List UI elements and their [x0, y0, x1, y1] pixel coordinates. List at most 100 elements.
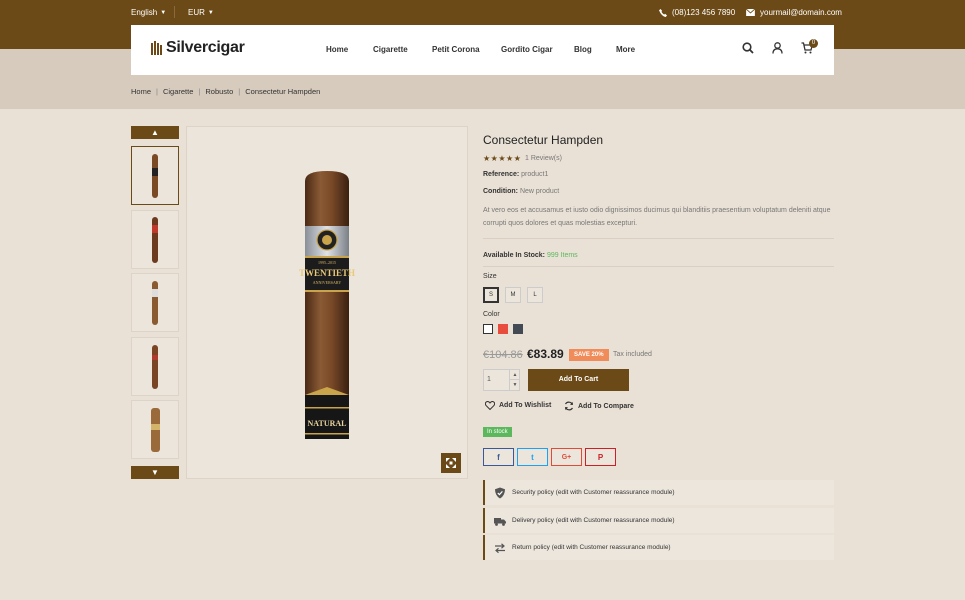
tax-note: Tax included	[613, 351, 652, 358]
stock-value: 999 Items	[546, 252, 578, 259]
breadcrumb-robusto[interactable]: Robusto	[205, 87, 233, 96]
color-label: Color	[483, 311, 500, 318]
breadcrumb-current: Consectetur Hampden	[245, 87, 321, 96]
breadcrumb-divider: |	[156, 87, 158, 96]
stock-availability: Available In Stock: 999 Items	[483, 252, 578, 259]
language-label: English	[131, 8, 158, 17]
thumbnail-scroll-up-button[interactable]: ▲	[131, 126, 179, 139]
discount-badge: SAVE 20%	[569, 349, 609, 361]
nav-item-more[interactable]: More	[616, 45, 635, 54]
logo-text: Silvercigar	[166, 39, 245, 56]
reference-label: Reference:	[483, 171, 520, 178]
nav-item-home[interactable]: Home	[326, 45, 348, 54]
reassurance-security: Security policy (edit with Customer reas…	[483, 480, 834, 505]
cigar-image: 1995–2015 TWENTIETH ANNIVERSARY NATURAL	[299, 171, 355, 439]
product-reference: Reference: product1	[483, 171, 548, 178]
nav-item-blog[interactable]: Blog	[574, 45, 592, 54]
phone-icon	[659, 8, 667, 17]
share-pinterest-button[interactable]: P	[585, 448, 616, 466]
condition-label: Condition:	[483, 188, 518, 195]
share-twitter-button[interactable]: t	[517, 448, 548, 466]
cigar-band-year: 1995–2015	[318, 260, 336, 265]
google-plus-icon: G+	[561, 453, 572, 461]
phone-contact[interactable]: (08)123 456 7890	[659, 8, 735, 17]
return-policy-text: Return policy (edit with Customer reassu…	[512, 544, 671, 551]
add-to-wishlist-link[interactable]: Add To Wishlist	[485, 401, 551, 410]
thumbnail-3[interactable]	[131, 273, 179, 332]
product-title: Consectetur Hampden	[483, 133, 604, 147]
cigar-band-sub: ANNIVERSARY	[313, 280, 342, 285]
twitter-icon: t	[531, 452, 534, 462]
logo-mark-icon	[151, 41, 163, 55]
main-header: Silvercigar Home Cigarette Petit Corona …	[131, 25, 834, 75]
thumbnail-1[interactable]	[131, 146, 179, 205]
color-swatch-dark-gray[interactable]	[513, 324, 523, 334]
cigar-thumbnail-icon	[152, 216, 158, 263]
email-contact[interactable]: yourmail@domain.com	[746, 8, 842, 17]
size-option-s[interactable]: S	[483, 287, 499, 303]
stock-label: Available In Stock:	[483, 252, 545, 259]
envelope-icon	[746, 9, 755, 16]
nav-item-cigarette[interactable]: Cigarette	[373, 45, 408, 54]
add-to-cart-button[interactable]: Add To Cart	[528, 369, 629, 391]
search-icon[interactable]	[742, 42, 754, 54]
cigar-foot-text: NATURAL	[308, 419, 347, 428]
cigar-thumbnail-icon	[150, 407, 160, 452]
cigar-thumbnail-icon	[152, 153, 158, 198]
phone-number: (08)123 456 7890	[672, 8, 736, 17]
zoom-button[interactable]	[441, 453, 461, 473]
shield-icon	[495, 487, 505, 499]
size-label: Size	[483, 273, 497, 280]
breadcrumb: Home | Cigarette | Robusto | Consectetur…	[131, 87, 320, 96]
compare-label: Add To Compare	[578, 402, 634, 410]
condition-value: New product	[519, 188, 560, 195]
currency-selector[interactable]: EUR ▼	[188, 8, 214, 17]
divider	[174, 6, 175, 18]
thumbnail-5[interactable]	[131, 400, 179, 459]
logo[interactable]: Silvercigar	[151, 39, 245, 57]
breadcrumb-cigarette[interactable]: Cigarette	[163, 87, 193, 96]
divider	[483, 266, 834, 267]
color-swatch-red[interactable]	[498, 324, 508, 334]
swap-arrows-icon	[495, 543, 505, 554]
language-selector[interactable]: English ▼	[131, 8, 166, 17]
thumbnail-2[interactable]	[131, 210, 179, 269]
size-option-m[interactable]: M	[505, 287, 521, 303]
pinterest-icon: P	[597, 452, 604, 462]
reassurance-return: Return policy (edit with Customer reassu…	[483, 535, 834, 560]
rating-stars: ★★★★★	[483, 154, 522, 163]
share-facebook-button[interactable]: f	[483, 448, 514, 466]
cigar-thumbnail-icon	[152, 344, 158, 389]
cigar-band-text: TWENTIETH	[299, 268, 355, 278]
quantity-decrease-button[interactable]: ▼	[509, 380, 520, 390]
size-option-l[interactable]: L	[527, 287, 543, 303]
reassurance-delivery: Delivery policy (edit with Customer reas…	[483, 508, 834, 533]
divider	[483, 238, 834, 239]
main-product-image: 1995–2015 TWENTIETH ANNIVERSARY NATURAL	[186, 126, 468, 479]
heart-icon	[485, 401, 495, 410]
thumbnail-scroll-down-button[interactable]: ▼	[131, 466, 179, 479]
breadcrumb-home[interactable]: Home	[131, 87, 151, 96]
facebook-icon: f	[497, 452, 500, 462]
top-bar: English ▼ EUR ▼ (08)123 456 7890 yourmai…	[0, 0, 965, 25]
user-icon[interactable]	[772, 42, 783, 54]
quantity-stepper[interactable]: 1 ▲ ▼	[483, 369, 520, 391]
quantity-value[interactable]: 1	[487, 376, 491, 383]
color-swatch-white[interactable]	[483, 324, 493, 334]
wishlist-label: Add To Wishlist	[499, 402, 552, 409]
thumbnail-4[interactable]	[131, 337, 179, 396]
currency-label: EUR	[188, 8, 205, 17]
breadcrumb-divider: |	[238, 87, 241, 96]
old-price: €104.86	[483, 349, 523, 361]
product-description: At vero eos et accusamus et iusto odio d…	[483, 207, 831, 227]
breadcrumb-divider: |	[198, 87, 201, 96]
cart-count-badge: 0	[809, 39, 818, 48]
share-google-plus-button[interactable]: G+	[551, 448, 582, 466]
reference-value: product1	[521, 171, 549, 178]
review-count[interactable]: 1 Review(s)	[525, 155, 562, 162]
email-address: yourmail@domain.com	[760, 8, 842, 17]
add-to-compare-link[interactable]: Add To Compare	[564, 401, 634, 411]
nav-item-gordito-cigar[interactable]: Gordito Cigar	[501, 45, 553, 54]
quantity-increase-button[interactable]: ▲	[509, 370, 520, 380]
nav-item-petit-corona[interactable]: Petit Corona	[432, 45, 480, 54]
